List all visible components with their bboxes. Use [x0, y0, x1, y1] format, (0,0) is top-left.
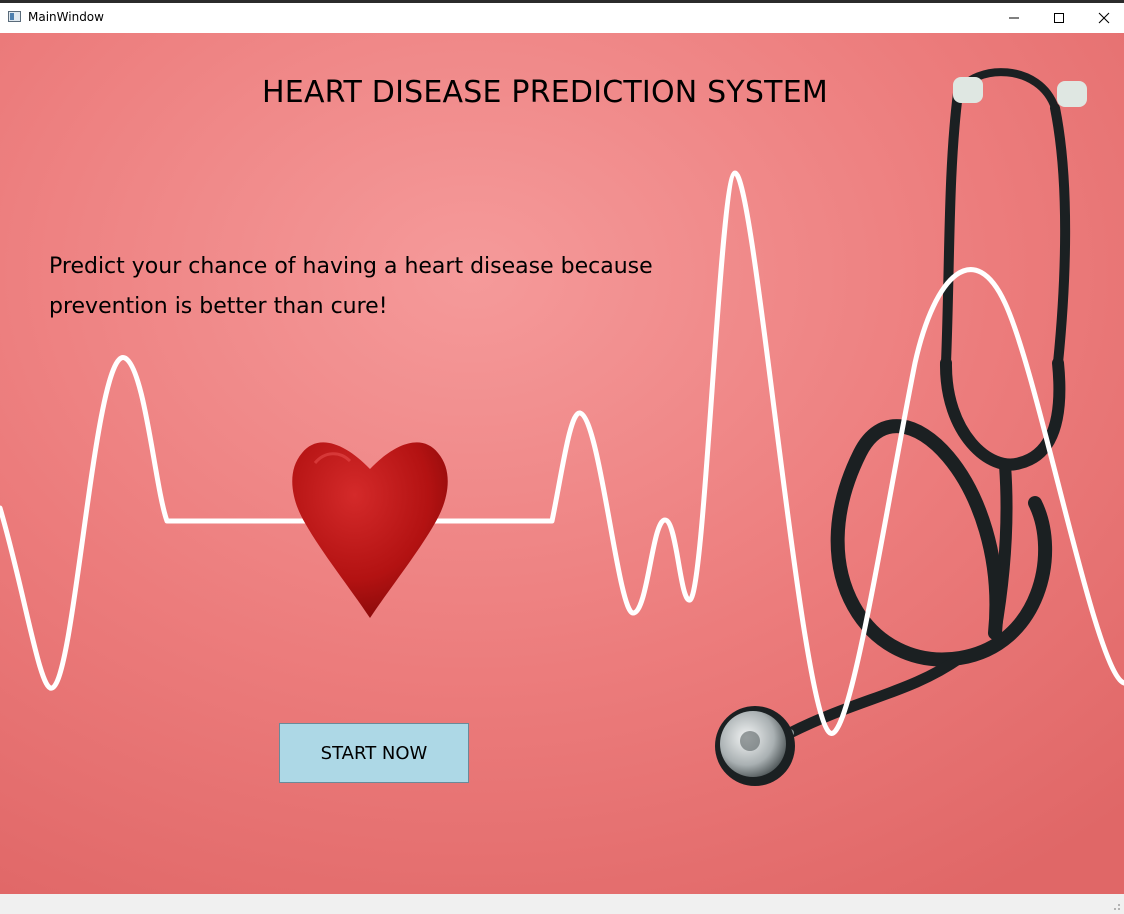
- resize-grip-icon[interactable]: [1111, 901, 1121, 911]
- background-illustration: [0, 33, 1124, 894]
- close-icon: [1098, 12, 1110, 24]
- start-now-button[interactable]: START NOW: [279, 723, 469, 783]
- main-window: MainWindow HEART DISEASE PREDICTION SYST…: [0, 0, 1124, 914]
- maximize-button[interactable]: [1036, 3, 1082, 33]
- page-title: HEART DISEASE PREDICTION SYSTEM: [262, 75, 828, 110]
- title-bar[interactable]: MainWindow: [0, 3, 1124, 33]
- maximize-icon: [1054, 13, 1064, 23]
- app-window-icon: [8, 11, 21, 22]
- tagline-text: Predict your chance of having a heart di…: [49, 254, 653, 319]
- minimize-button[interactable]: [991, 3, 1037, 33]
- window-title: MainWindow: [28, 10, 104, 24]
- main-canvas: HEART DISEASE PREDICTION SYSTEM Predict …: [0, 33, 1124, 894]
- close-button[interactable]: [1081, 3, 1124, 33]
- status-bar: [0, 894, 1124, 914]
- minimize-icon: [1009, 17, 1019, 19]
